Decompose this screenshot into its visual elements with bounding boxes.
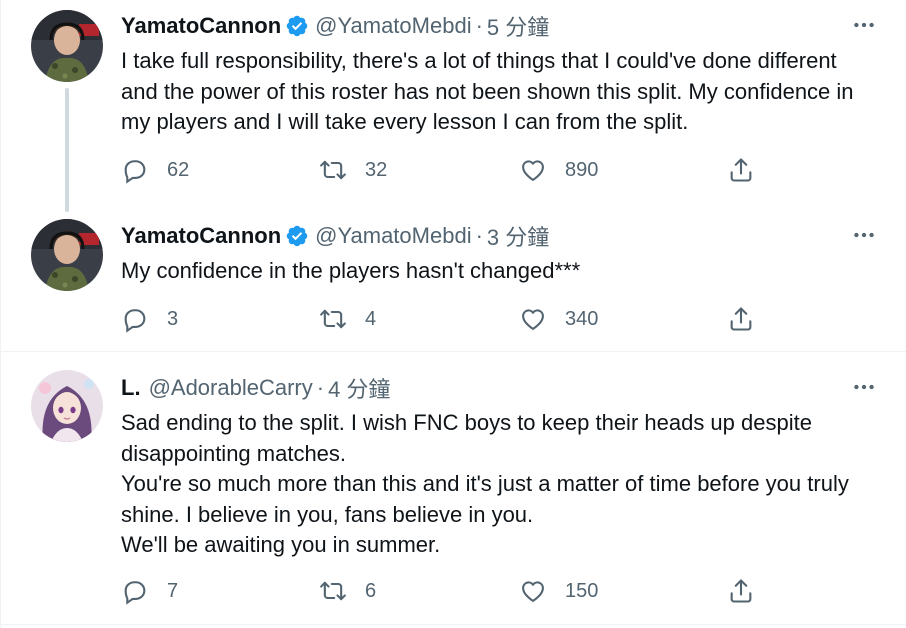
reply-button[interactable]: 62 xyxy=(121,155,189,185)
like-button[interactable]: 340 xyxy=(519,304,598,334)
tweet-text-line: my players and I will take every lesson … xyxy=(121,109,689,134)
tweet-header: YamatoCannon @YamatoMebdi · 5 分鐘 xyxy=(121,11,549,41)
more-icon[interactable] xyxy=(849,10,879,40)
tweet-actions: 7 6 150 xyxy=(121,576,771,606)
share-button[interactable] xyxy=(727,304,773,334)
tweet-text-line: Sad ending to the split. I wish FNC boys… xyxy=(121,410,812,435)
avatar-image xyxy=(31,10,103,82)
separator-dot: · xyxy=(316,375,325,400)
share-button[interactable] xyxy=(727,155,773,185)
reply-count: 3 xyxy=(167,307,179,330)
avatar-image xyxy=(31,370,103,442)
timestamp[interactable]: 5 分鐘 xyxy=(487,10,549,42)
avatar-image xyxy=(31,219,103,291)
tweet-text-line: We'll be awaiting you in summer. xyxy=(121,532,441,557)
retweet-count: 32 xyxy=(365,158,388,181)
avatar-yamatocannon[interactable] xyxy=(31,10,103,82)
separator-dot: · xyxy=(475,13,483,38)
share-icon xyxy=(730,158,752,182)
like-count: 150 xyxy=(565,579,599,602)
retweet-count: 6 xyxy=(365,579,377,602)
share-button[interactable] xyxy=(727,576,773,606)
reply-button[interactable]: 3 xyxy=(121,304,178,334)
timeline: YamatoCannon @YamatoMebdi · 5 分鐘 I take … xyxy=(0,0,906,628)
user-handle[interactable]: @AdorableCarry xyxy=(149,375,313,401)
retweet-icon xyxy=(320,309,346,329)
user-handle[interactable]: @YamatoMebdi xyxy=(315,13,471,39)
verified-badge-icon xyxy=(285,14,309,38)
tweet-actions: 3 4 340 xyxy=(121,304,771,334)
tweet-header: L. @AdorableCarry · 4 分鐘 xyxy=(121,373,390,403)
retweet-icon xyxy=(320,160,346,180)
tweet-divider xyxy=(1,624,906,625)
reply-count: 7 xyxy=(167,579,179,602)
retweet-button[interactable]: 32 xyxy=(319,155,387,185)
like-icon xyxy=(522,581,544,602)
retweet-count: 4 xyxy=(365,307,377,330)
separator-dot: · xyxy=(475,223,483,248)
tweet-text: Sad ending to the split. I wish FNC boys… xyxy=(121,408,877,561)
retweet-button[interactable]: 6 xyxy=(319,576,376,606)
verified-badge-icon xyxy=(285,224,309,248)
tweet-text-line: I take full responsibility, there's a lo… xyxy=(121,48,837,73)
tweet-text-line: My confidence in the players hasn't chan… xyxy=(121,258,581,283)
timestamp[interactable]: 4 分鐘 xyxy=(328,372,390,404)
display-name[interactable]: YamatoCannon xyxy=(121,223,281,249)
more-icon[interactable] xyxy=(849,372,879,402)
tweet-actions: 62 32 890 xyxy=(121,155,771,185)
avatar-yamatocannon[interactable] xyxy=(31,219,103,291)
tweet-text-line: and the power of this roster has not bee… xyxy=(121,78,854,104)
display-name[interactable]: L. xyxy=(121,375,141,401)
like-icon xyxy=(522,309,544,330)
share-icon xyxy=(730,579,752,603)
reply-icon xyxy=(124,309,146,333)
like-icon xyxy=(522,160,544,181)
timestamp[interactable]: 3 分鐘 xyxy=(487,220,549,252)
reply-icon xyxy=(124,160,146,184)
share-icon xyxy=(730,307,752,331)
avatar-adorablecarry[interactable] xyxy=(31,370,103,442)
like-count: 890 xyxy=(565,158,599,181)
more-icon[interactable] xyxy=(849,220,879,250)
like-button[interactable]: 890 xyxy=(519,155,598,185)
tweet-3[interactable]: L. @AdorableCarry · 4 分鐘 Sad ending to t… xyxy=(1,352,906,624)
retweet-button[interactable]: 4 xyxy=(319,304,376,334)
tweet-text-line: disappointing matches. xyxy=(121,440,347,466)
tweet-text-line: You're so much more than this and it's j… xyxy=(121,471,849,496)
reply-icon xyxy=(124,581,146,605)
thread-connector-line xyxy=(65,88,69,212)
tweet-1[interactable]: YamatoCannon @YamatoMebdi · 5 分鐘 I take … xyxy=(1,0,906,212)
retweet-icon xyxy=(320,581,346,601)
tweet-header: YamatoCannon @YamatoMebdi · 3 分鐘 xyxy=(121,221,549,251)
tweet-text-line: shine. I believe in you, fans believe in… xyxy=(121,501,534,527)
tweet-text: I take full responsibility, there's a lo… xyxy=(121,46,877,138)
tweet-text: My confidence in the players hasn't chan… xyxy=(121,256,877,287)
display-name[interactable]: YamatoCannon xyxy=(121,13,281,39)
tweet-2[interactable]: YamatoCannon @YamatoMebdi · 3 分鐘 My conf… xyxy=(1,205,906,351)
reply-count: 62 xyxy=(167,158,190,181)
user-handle[interactable]: @YamatoMebdi xyxy=(315,223,471,249)
reply-button[interactable]: 7 xyxy=(121,576,178,606)
like-button[interactable]: 150 xyxy=(519,576,598,606)
like-count: 340 xyxy=(565,307,599,330)
